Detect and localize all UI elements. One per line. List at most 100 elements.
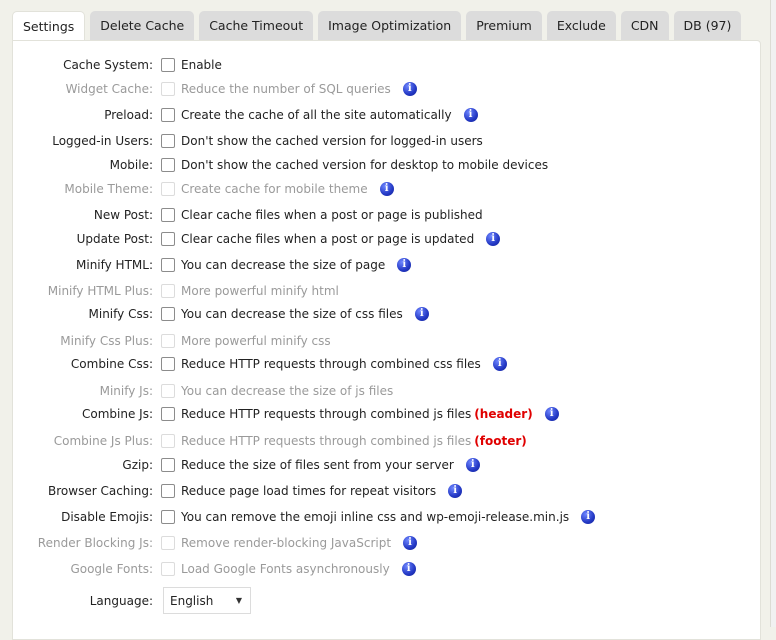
setting-row-update-post: Update Post: Clear cache files when a pos… (13, 229, 501, 249)
tab-premium[interactable]: Premium (466, 11, 542, 40)
setting-row-combine-js: Combine Js: Reduce HTTP requests through … (13, 404, 559, 424)
setting-label: Combine Css: (70, 357, 153, 371)
setting-description: Reduce HTTP requests through combined js… (181, 434, 472, 448)
setting-row-gzip: Gzip: Reduce the size of files sent from … (13, 455, 480, 475)
setting-description: Reduce the size of files sent from your … (181, 458, 454, 472)
combine-js-checkbox[interactable] (161, 407, 175, 421)
setting-label: New Post: (93, 208, 153, 222)
new-post-checkbox[interactable] (161, 208, 175, 222)
info-icon[interactable]: i (379, 182, 394, 196)
setting-label: Minify HTML: (76, 258, 153, 272)
setting-label: Update Post: (76, 232, 153, 246)
setting-row-disable-emojis: Disable Emojis: You can remove the emoji … (13, 507, 596, 527)
info-icon[interactable]: i (402, 82, 417, 96)
language-select[interactable]: English ▼ (163, 587, 251, 614)
tab-cdn[interactable]: CDN (620, 11, 669, 40)
setting-row-mobile: Mobile: Don't show the cached version for… (13, 155, 548, 175)
minify-css-checkbox[interactable] (161, 307, 175, 321)
gzip-checkbox[interactable] (161, 458, 175, 472)
update-post-checkbox[interactable] (161, 232, 175, 246)
info-icon[interactable]: i (414, 307, 429, 321)
setting-label: Combine Js: (82, 407, 153, 421)
setting-description: You can decrease the size of css files (181, 307, 403, 321)
browser-caching-checkbox[interactable] (161, 484, 175, 498)
setting-description: Clear cache files when a post or page is… (181, 208, 483, 222)
info-icon[interactable]: i (486, 232, 501, 246)
setting-description: Reduce the number of SQL queries (181, 82, 391, 96)
disable-emojis-checkbox[interactable] (161, 510, 175, 524)
language-label: Language: (89, 594, 153, 608)
setting-note: (footer) (474, 434, 527, 448)
setting-description: You can decrease the size of js files (181, 384, 394, 398)
info-icon[interactable]: i (403, 536, 418, 550)
setting-label: Disable Emojis: (61, 510, 153, 524)
setting-label: Minify Js: (99, 384, 153, 398)
setting-description: Create the cache of all the site automat… (181, 108, 452, 122)
setting-description: Reduce page load times for repeat visito… (181, 484, 437, 498)
mobile-theme-checkbox (161, 182, 175, 196)
setting-row-minify-html-plus: Minify HTML Plus: More powerful minify ht… (13, 281, 339, 301)
setting-label: Minify Css Plus: (60, 334, 153, 348)
setting-label: Minify HTML Plus: (47, 284, 153, 298)
settings-panel: Cache System: Enable Widget Cache: Reduce t… (12, 40, 761, 640)
setting-row-widget-cache: Widget Cache: Reduce the number of SQL qu… (13, 79, 417, 99)
setting-label: Render Blocking Js: (37, 536, 153, 550)
setting-description: Load Google Fonts asynchronously (181, 562, 390, 576)
setting-row-render-blocking-js: Render Blocking Js: Remove render-blockin… (13, 533, 418, 553)
render-blocking-js-checkbox (161, 536, 175, 550)
info-icon[interactable]: i (397, 258, 412, 272)
setting-label: Gzip: (122, 458, 153, 472)
info-icon[interactable]: i (492, 357, 507, 371)
combine-js-plus-checkbox (161, 434, 175, 448)
setting-note: (header) (474, 407, 533, 421)
setting-row-mobile-theme: Mobile Theme: Create cache for mobile the… (13, 179, 394, 199)
minify-html-plus-checkbox (161, 284, 175, 298)
setting-label: Preload: (104, 108, 153, 122)
tab-cache-timeout[interactable]: Cache Timeout (199, 11, 314, 40)
setting-label: Mobile: (109, 158, 153, 172)
setting-label: Mobile Theme: (64, 182, 153, 196)
setting-row-minify-html: Minify HTML: You can decrease the size of… (13, 255, 412, 275)
combine-css-checkbox[interactable] (161, 357, 175, 371)
setting-description: Create cache for mobile theme (181, 182, 368, 196)
info-icon[interactable]: i (544, 407, 559, 421)
setting-label: Combine Js Plus: (53, 434, 153, 448)
setting-description: Clear cache files when a post or page is… (181, 232, 475, 246)
setting-description: Remove render-blocking JavaScript (181, 536, 392, 550)
cache-system-checkbox[interactable] (161, 58, 175, 72)
setting-label: Logged-in Users: (52, 134, 153, 148)
tab-bar: Settings Delete Cache Cache Timeout Image O… (12, 11, 742, 41)
dropdown-arrow-icon: ▼ (235, 596, 242, 605)
logged-in-users-checkbox[interactable] (161, 134, 175, 148)
mobile-checkbox[interactable] (161, 158, 175, 172)
preload-checkbox[interactable] (161, 108, 175, 122)
setting-row-new-post: New Post: Clear cache files when a post o… (13, 205, 483, 225)
minify-css-plus-checkbox (161, 334, 175, 348)
language-selected-value: English (170, 593, 214, 608)
setting-description: Reduce HTTP requests through combined cs… (181, 357, 481, 371)
info-icon[interactable]: i (581, 510, 596, 524)
setting-row-cache-system: Cache System: Enable (13, 55, 222, 75)
tab-settings[interactable]: Settings (12, 11, 86, 41)
tab-image-optimization[interactable]: Image Optimization (318, 11, 462, 40)
scrollbar-track[interactable] (770, 0, 776, 627)
setting-row-browser-caching: Browser Caching: Reduce page load times f… (13, 481, 463, 501)
setting-row-minify-js: Minify Js: You can decrease the size of j… (13, 381, 393, 401)
tab-delete-cache[interactable]: Delete Cache (90, 11, 195, 40)
language-row: Language: (13, 591, 153, 611)
info-icon[interactable]: i (448, 484, 463, 498)
setting-description: More powerful minify css (181, 334, 331, 348)
setting-label: Widget Cache: (65, 82, 153, 96)
tab-db-97[interactable]: DB (97) (673, 11, 742, 40)
google-fonts-checkbox (161, 562, 175, 576)
setting-row-preload: Preload: Create the cache of all the site… (13, 105, 478, 125)
setting-description: You can remove the emoji inline css and … (181, 510, 570, 524)
setting-row-minify-css-plus: Minify Css Plus: More powerful minify css (13, 331, 331, 351)
setting-label: Minify Css: (88, 307, 153, 321)
tab-exclude[interactable]: Exclude (546, 11, 616, 40)
setting-description: You can decrease the size of page (181, 258, 386, 272)
minify-html-checkbox[interactable] (161, 258, 175, 272)
info-icon[interactable]: i (401, 562, 416, 576)
info-icon[interactable]: i (463, 108, 478, 122)
info-icon[interactable]: i (465, 458, 480, 472)
